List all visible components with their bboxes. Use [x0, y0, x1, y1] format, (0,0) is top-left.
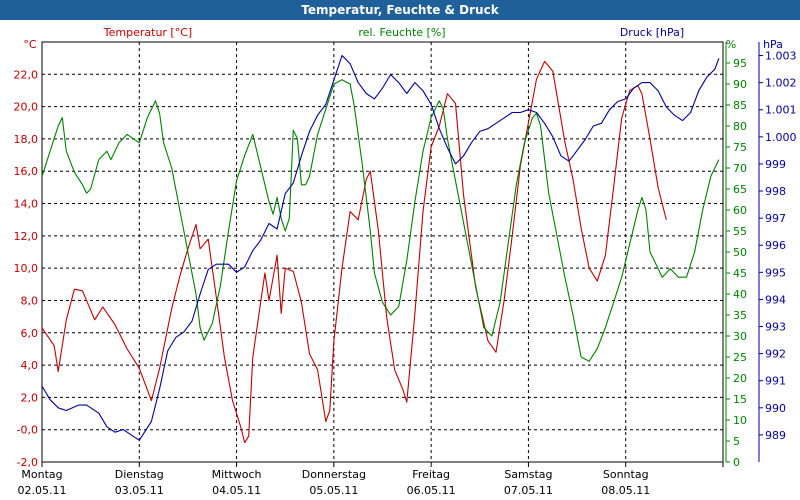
temperature-tick-label: 2,0: [21, 391, 39, 404]
grid: [41, 41, 724, 463]
humidity-tick-label: 50: [733, 246, 747, 259]
day-name-label: Sonntag: [603, 468, 649, 481]
day-name-label: Donnerstag: [302, 468, 366, 481]
pressure-tick-label: 989: [765, 429, 786, 442]
humidity-axis-label: rel. Feuchte [%]: [358, 26, 445, 39]
humidity-tick-label: 10: [733, 414, 747, 427]
temperature-tick-label: -0,0: [17, 424, 38, 437]
day-date-label: 08.05.11: [601, 484, 650, 497]
humidity-tick-label: 55: [733, 225, 747, 238]
temperature-tick-label: 22,0: [14, 68, 39, 81]
humidity-tick-label: 80: [733, 120, 747, 133]
temperature-unit: °C: [23, 38, 37, 51]
pressure-tick-label: 1.000: [765, 131, 797, 144]
temperature-tick-label: 6,0: [21, 327, 39, 340]
humidity-tick-label: 65: [733, 183, 747, 196]
humidity-tick-label: 60: [733, 204, 747, 217]
temperature-tick-label: 4,0: [21, 359, 39, 372]
temperature-tick-label: 18,0: [14, 133, 39, 146]
humidity-tick-label: 15: [733, 393, 747, 406]
humidity-tick-label: 75: [733, 141, 747, 154]
pressure-tick-label: 996: [765, 239, 786, 252]
temperature-tick-label: 12,0: [14, 230, 39, 243]
pressure-tick-label: 991: [765, 375, 786, 388]
day-date-label: 02.05.11: [18, 484, 67, 497]
humidity-tick-label: 85: [733, 99, 747, 112]
day-date-label: 07.05.11: [504, 484, 553, 497]
pressure-axis-label: Druck [hPa]: [620, 26, 684, 39]
humidity-tick-label: 90: [733, 78, 747, 91]
day-date-label: 04.05.11: [212, 484, 261, 497]
day-date-label: 05.05.11: [309, 484, 358, 497]
humidity-tick-label: 45: [733, 267, 747, 280]
humidity-tick-label: 40: [733, 288, 747, 301]
humidity-tick-label: 70: [733, 162, 747, 175]
humidity-tick-label: 0: [733, 456, 740, 469]
pressure-tick-label: 1.003: [765, 50, 797, 63]
day-name-label: Mittwoch: [212, 468, 262, 481]
day-date-label: 06.05.11: [407, 484, 456, 497]
pressure-tick-label: 1.002: [765, 77, 797, 90]
pressure-unit: hPa: [763, 38, 783, 51]
pressure-tick-label: 999: [765, 158, 786, 171]
temperature-tick-label: 14,0: [14, 198, 39, 211]
temperature-tick-label: 8,0: [21, 294, 39, 307]
pressure-tick-label: 995: [765, 266, 786, 279]
plot-area: [41, 41, 724, 463]
humidity-tick-label: 95: [733, 57, 747, 70]
humidity-tick-label: 5: [733, 435, 740, 448]
temperature-axis-label: Temperatur [°C]: [103, 26, 192, 39]
pressure-tick-label: 990: [765, 402, 786, 415]
pressure-tick-label: 992: [765, 348, 786, 361]
pressure-tick-label: 997: [765, 212, 786, 225]
chart-canvas: -2,0-0,02,04,06,08,010,012,014,016,018,0…: [14, 26, 797, 497]
temperature-tick-label: 20,0: [14, 101, 39, 114]
pressure-tick-label: 994: [765, 293, 786, 306]
day-date-label: 03.05.11: [115, 484, 164, 497]
temperature-tick-label: 10,0: [14, 262, 39, 275]
humidity-tick-label: 30: [733, 330, 747, 343]
humidity-tick-label: 25: [733, 351, 747, 364]
pressure-tick-label: 1.001: [765, 104, 797, 117]
temperature-tick-label: 16,0: [14, 165, 39, 178]
humidity-unit: %: [726, 38, 736, 51]
day-name-label: Samstag: [504, 468, 552, 481]
humidity-tick-label: 35: [733, 309, 747, 322]
pressure-tick-label: 998: [765, 185, 786, 198]
day-name-label: Dienstag: [115, 468, 164, 481]
day-name-label: Freitag: [412, 468, 450, 481]
day-name-label: Montag: [21, 468, 62, 481]
pressure-tick-label: 993: [765, 321, 786, 334]
humidity-tick-label: 20: [733, 372, 747, 385]
